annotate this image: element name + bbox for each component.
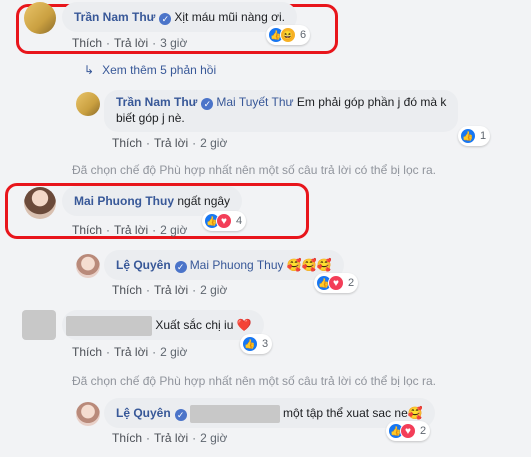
timestamp[interactable]: 2 giờ	[200, 283, 227, 297]
comment-author[interactable]: Lệ Quyên	[116, 258, 171, 272]
comment-text: một tập thể xuat sac ne🥰	[283, 406, 423, 420]
comment-actions: Thích · Trả lời · 2 giờ	[72, 223, 188, 237]
reaction-count[interactable]: 👍 3	[240, 334, 273, 354]
verified-icon: ✓	[159, 13, 172, 25]
comment-text: ngất ngây	[177, 194, 231, 208]
comment-text: Xịt máu mũi nàng ơi.	[174, 10, 285, 24]
reply-button[interactable]: Trả lời	[114, 223, 148, 237]
avatar[interactable]	[76, 254, 100, 278]
love-reaction-icon: ♥	[400, 423, 416, 439]
comment-actions: Thích · Trả lời · 3 giờ	[72, 36, 188, 50]
reply-arrow-icon: ↳	[84, 63, 95, 77]
comment-actions: Thích · Trả lời · 2 giờ	[112, 283, 228, 297]
reply-button[interactable]: Trả lời	[154, 431, 188, 445]
blurred-author	[66, 315, 152, 336]
comment-bubble: Trần Nam Thư ✓ Xịt máu mũi nàng ơi.	[62, 2, 297, 32]
reply-button[interactable]: Trả lời	[114, 36, 148, 50]
mention-tag[interactable]: Mai Tuyết Thư	[216, 95, 293, 109]
avatar[interactable]	[22, 310, 56, 340]
love-reaction-icon: ♥	[216, 213, 232, 229]
reaction-count[interactable]: 👍 1	[458, 126, 491, 146]
timestamp[interactable]: 2 giờ	[160, 345, 187, 359]
avatar[interactable]	[24, 2, 56, 34]
comment-bubble: Lệ Quyên ✓ Mai Phuong Thuy 🥰🥰🥰	[104, 250, 344, 280]
reaction-count[interactable]: 👍 😆 6	[266, 25, 311, 45]
comment-author[interactable]: Trần Nam Thư	[74, 10, 155, 24]
comment-text: Xuất sắc chị iu ❤️	[155, 318, 252, 332]
like-reaction-icon: 👍	[242, 336, 258, 352]
blurred-mention	[189, 404, 280, 423]
view-more-replies[interactable]: ↳ Xem thêm 5 phản hồi	[84, 63, 216, 77]
reaction-count[interactable]: 👍 ♥ 2	[386, 421, 431, 441]
timestamp[interactable]: 2 giờ	[200, 431, 227, 445]
like-button[interactable]: Thích	[112, 136, 142, 150]
verified-icon: ✓	[174, 261, 187, 273]
haha-reaction-icon: 😆	[280, 27, 296, 43]
filter-note: Đã chọn chế độ Phù hợp nhất nên một số c…	[72, 374, 436, 388]
reply-button[interactable]: Trả lời	[154, 136, 188, 150]
timestamp[interactable]: 3 giờ	[160, 36, 187, 50]
reply-button[interactable]: Trả lời	[154, 283, 188, 297]
like-button[interactable]: Thích	[72, 223, 102, 237]
comment-text: Em phải góp phần j đó mà k	[296, 95, 447, 109]
reaction-count[interactable]: 👍 ♥ 2	[314, 273, 359, 293]
filter-note: Đã chọn chế độ Phù hợp nhất nên một số c…	[72, 163, 436, 177]
comment-text: 🥰🥰🥰	[286, 258, 332, 272]
like-reaction-icon: 👍	[460, 128, 476, 144]
reaction-count[interactable]: 👍 ♥ 4	[202, 211, 247, 231]
comment-text-line2: biết góp j nè.	[116, 111, 185, 125]
comment-author[interactable]: Lệ Quyên	[116, 406, 171, 420]
comment-actions: Thích · Trả lời · 2 giờ	[112, 136, 228, 150]
comment-actions: Thích · Trả lời · 2 giờ	[112, 431, 228, 445]
like-button[interactable]: Thích	[112, 283, 142, 297]
reply-button[interactable]: Trả lời	[114, 345, 148, 359]
like-button[interactable]: Thích	[72, 36, 102, 50]
timestamp[interactable]: 2 giờ	[200, 136, 227, 150]
verified-icon: ✓	[174, 409, 187, 421]
avatar[interactable]	[76, 92, 100, 116]
avatar[interactable]	[76, 402, 100, 426]
love-reaction-icon: ♥	[328, 275, 344, 291]
verified-icon: ✓	[201, 98, 214, 110]
comment-author[interactable]: Mai Phuong Thuy	[74, 194, 174, 208]
comment-bubble: Lệ Quyên ✓ một tập thể xuat sac ne🥰	[104, 398, 435, 428]
comment-bubble: Xuất sắc chị iu ❤️	[62, 310, 264, 340]
comment-actions: Thích · Trả lời · 2 giờ	[72, 345, 188, 359]
like-button[interactable]: Thích	[112, 431, 142, 445]
comment-bubble: Trần Nam Thư ✓ Mai Tuyết Thư Em phải góp p…	[104, 90, 459, 132]
avatar[interactable]	[24, 187, 56, 219]
mention-tag[interactable]: Mai Phuong Thuy	[190, 258, 284, 272]
timestamp[interactable]: 2 giờ	[160, 223, 187, 237]
comment-author[interactable]: Trần Nam Thư	[116, 95, 197, 109]
like-button[interactable]: Thích	[72, 345, 102, 359]
